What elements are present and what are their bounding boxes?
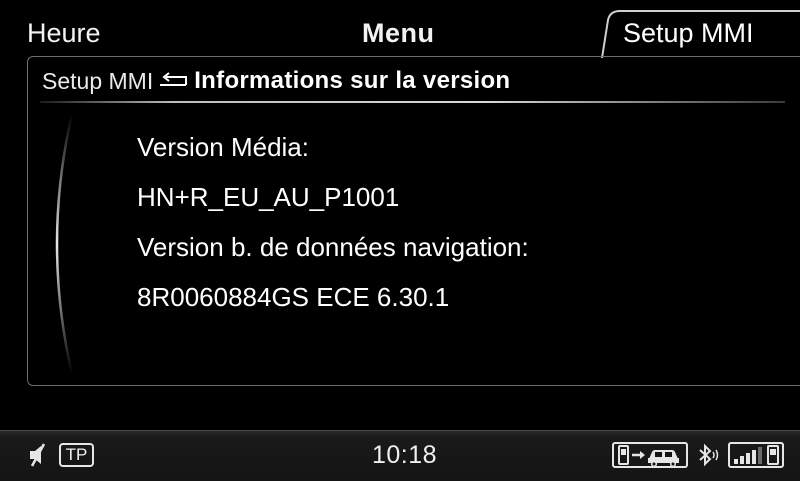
page-title: Informations sur la version (194, 67, 511, 94)
traffic-program-badge: TP (59, 443, 94, 467)
status-bar: TP 10:18 (0, 430, 800, 481)
tab-menu[interactable]: Menu (362, 16, 435, 50)
speaker-muted-icon (30, 443, 46, 467)
signal-strength-icon (728, 442, 784, 468)
media-version-value: HN+R_EU_AU_P1001 (137, 182, 400, 212)
phone-to-car-icon (612, 442, 688, 468)
tab-setup-mmi[interactable]: Setup MMI (623, 16, 754, 50)
bluetooth-icon (699, 443, 719, 467)
navigation-db-version-label: Version b. de données navigation: (137, 232, 529, 262)
header-divider (40, 101, 785, 103)
breadcrumb: Setup MMI Informations sur la version (42, 64, 510, 98)
tab-heure[interactable]: Heure (27, 16, 101, 50)
back-arrow-icon[interactable] (156, 71, 190, 91)
breadcrumb-parent[interactable]: Setup MMI (42, 68, 153, 95)
clock: 10:18 (372, 441, 438, 469)
content-panel (27, 56, 800, 386)
scroll-arc (55, 113, 74, 375)
media-version-label: Version Média: (137, 132, 309, 162)
navigation-db-version-value: 8R0060884GS ECE 6.30.1 (137, 282, 450, 312)
